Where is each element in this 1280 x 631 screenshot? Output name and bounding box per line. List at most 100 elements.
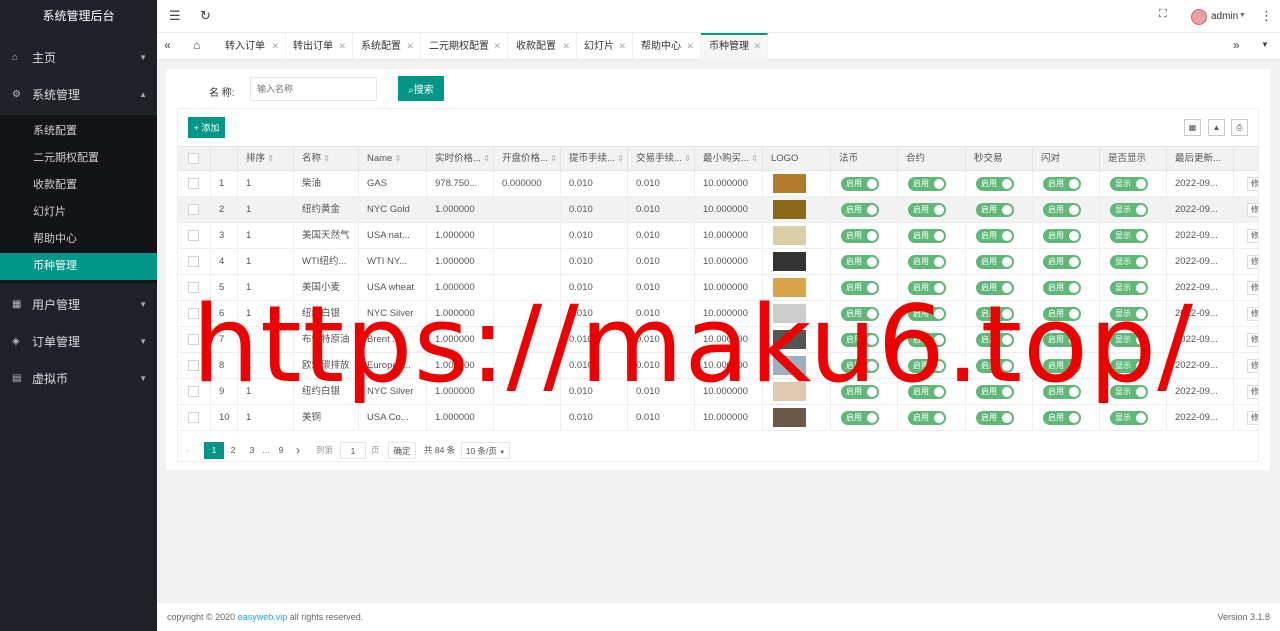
close-icon[interactable]: ✕ bbox=[406, 33, 414, 60]
contract-switch[interactable]: 启用 bbox=[908, 177, 946, 191]
header-col-logo[interactable]: LOGO bbox=[763, 147, 831, 171]
visible-switch[interactable]: 显示 bbox=[1110, 229, 1148, 243]
sort-icon[interactable]: ⇕ bbox=[682, 154, 691, 163]
sort-icon[interactable]: ⇕ bbox=[615, 154, 624, 163]
search-name-input[interactable] bbox=[250, 77, 377, 101]
tab-transfer-out[interactable]: 转出订单 ✕ bbox=[285, 33, 353, 60]
seconds-trade-switch[interactable]: 启用 bbox=[976, 255, 1014, 269]
per-page-select[interactable]: 10 条/页 ▼ bbox=[461, 442, 510, 459]
sort-icon[interactable]: ⇕ bbox=[321, 154, 330, 163]
tab-help-center[interactable]: 帮助中心 ✕ bbox=[633, 33, 701, 60]
page-2-button[interactable]: 2 bbox=[226, 442, 240, 459]
header-col-flash-swap[interactable]: 闪对 bbox=[1033, 147, 1100, 171]
header-col-visible[interactable]: 是否显示 bbox=[1100, 147, 1167, 171]
sidebar-item-system[interactable]: ⚙ 系统管理 ▲ bbox=[0, 81, 157, 107]
header-col-fiat[interactable]: 法币 bbox=[831, 147, 898, 171]
page-9-button[interactable]: 9 bbox=[275, 442, 287, 459]
edit-button[interactable]: 修改 bbox=[1247, 177, 1258, 191]
avatar[interactable] bbox=[1191, 9, 1207, 25]
tab-slides[interactable]: 幻灯片 ✕ bbox=[576, 33, 633, 60]
checkbox[interactable] bbox=[188, 411, 199, 423]
username[interactable]: admin bbox=[1211, 11, 1238, 22]
sidebar-item-help-center[interactable]: 帮助中心 bbox=[0, 226, 157, 253]
visible-switch[interactable]: 显示 bbox=[1110, 255, 1148, 269]
header-col-en-name[interactable]: Name ⇕ bbox=[359, 147, 427, 171]
seconds-trade-switch[interactable]: 启用 bbox=[976, 177, 1014, 191]
header-col-min-buy[interactable]: 最小购买... ⇕ bbox=[695, 147, 763, 171]
goto-confirm-button[interactable]: 确定 bbox=[388, 442, 416, 459]
sidebar-item-currency-management[interactable]: 币种管理 bbox=[0, 253, 157, 280]
page-1-button[interactable]: 1 bbox=[204, 442, 224, 459]
flash-swap-switch[interactable]: 启用 bbox=[1043, 411, 1081, 425]
flash-swap-switch[interactable]: 启用 bbox=[1043, 203, 1081, 217]
checkbox[interactable] bbox=[188, 203, 199, 215]
export-icon[interactable]: ▲ bbox=[1208, 119, 1225, 136]
edit-button[interactable]: 修改 bbox=[1247, 281, 1258, 295]
seconds-trade-switch[interactable]: 启用 bbox=[976, 411, 1014, 425]
header-col-trade-fee[interactable]: 交易手续... ⇕ bbox=[628, 147, 695, 171]
checkbox[interactable] bbox=[188, 229, 199, 241]
edit-button[interactable]: 修改 bbox=[1247, 333, 1258, 347]
sort-icon[interactable]: ⇕ bbox=[265, 154, 274, 163]
edit-button[interactable]: 修改 bbox=[1247, 203, 1258, 217]
close-icon[interactable]: ✕ bbox=[493, 33, 501, 60]
tab-currency-management[interactable]: 币种管理 ✕ bbox=[701, 33, 768, 60]
edit-button[interactable]: 修改 bbox=[1247, 307, 1258, 321]
edit-button[interactable]: 修改 bbox=[1247, 255, 1258, 269]
row-select-cell[interactable] bbox=[178, 223, 211, 248]
row-select-cell[interactable] bbox=[178, 197, 211, 222]
contract-switch[interactable]: 启用 bbox=[908, 203, 946, 217]
header-col-open-price[interactable]: 开盘价格... ⇕ bbox=[494, 147, 561, 171]
column-filter-icon[interactable]: ▦ bbox=[1184, 119, 1201, 136]
sort-icon[interactable]: ⇕ bbox=[548, 154, 557, 163]
header-col-withdraw-fee[interactable]: 提币手续... ⇕ bbox=[561, 147, 628, 171]
sidebar-item-slides[interactable]: 幻灯片 bbox=[0, 199, 157, 226]
sidebar-item-orders[interactable]: ◈ 订单管理 ▼ bbox=[0, 323, 157, 360]
home-tab-icon[interactable]: ⌂ bbox=[193, 38, 200, 52]
tab-transfer-in[interactable]: 转入订单 ✕ bbox=[217, 33, 286, 60]
header-select-all[interactable] bbox=[178, 147, 211, 171]
fullscreen-icon[interactable]: ⛶ bbox=[1159, 8, 1167, 21]
search-button[interactable]: ⌕搜索 bbox=[398, 76, 444, 101]
close-icon[interactable]: ✕ bbox=[338, 33, 346, 60]
checkbox[interactable] bbox=[188, 177, 199, 189]
close-icon[interactable]: ✕ bbox=[618, 33, 626, 60]
flash-swap-switch[interactable]: 启用 bbox=[1043, 177, 1081, 191]
flash-swap-switch[interactable]: 启用 bbox=[1043, 229, 1081, 243]
contract-switch[interactable]: 启用 bbox=[908, 255, 946, 269]
tab-menu-chevron-icon[interactable]: ▼ bbox=[1261, 40, 1269, 49]
sort-icon[interactable]: ⇕ bbox=[481, 154, 490, 163]
edit-button[interactable]: 修改 bbox=[1247, 359, 1258, 373]
close-icon[interactable]: ✕ bbox=[753, 35, 761, 58]
seconds-trade-switch[interactable]: 启用 bbox=[976, 229, 1014, 243]
fiat-switch[interactable]: 启用 bbox=[841, 255, 879, 269]
close-icon[interactable]: ✕ bbox=[562, 33, 570, 60]
checkbox[interactable] bbox=[188, 152, 199, 164]
visible-switch[interactable]: 显示 bbox=[1110, 411, 1148, 425]
sidebar-item-virtual-coin[interactable]: ▤ 虚拟币 ▼ bbox=[0, 360, 157, 397]
sort-icon[interactable]: ⇕ bbox=[749, 154, 758, 163]
contract-switch[interactable]: 启用 bbox=[908, 411, 946, 425]
tab-scroll-right-icon[interactable]: » bbox=[1233, 38, 1240, 52]
refresh-icon[interactable]: ↻ bbox=[200, 8, 211, 24]
sidebar-item-system-config[interactable]: 系统配置 bbox=[0, 118, 157, 145]
fiat-switch[interactable]: 启用 bbox=[841, 177, 879, 191]
checkbox[interactable] bbox=[188, 255, 199, 267]
header-col-sort[interactable]: 排序 ⇕ bbox=[238, 147, 294, 171]
visible-switch[interactable]: 显示 bbox=[1110, 203, 1148, 217]
tab-system-config[interactable]: 系统配置 ✕ bbox=[353, 33, 421, 60]
header-col-updated[interactable]: 最后更新... bbox=[1167, 147, 1234, 171]
menu-toggle-icon[interactable]: ☰ bbox=[169, 8, 181, 24]
row-select-cell[interactable] bbox=[178, 405, 211, 430]
tab-scroll-left-icon[interactable]: « bbox=[164, 38, 171, 52]
fiat-switch[interactable]: 启用 bbox=[841, 203, 879, 217]
sidebar-item-binary-options[interactable]: 二元期权配置 bbox=[0, 145, 157, 172]
header-col-name[interactable]: 名称 ⇕ bbox=[294, 147, 359, 171]
header-col-contract[interactable]: 合约 bbox=[898, 147, 966, 171]
row-select-cell[interactable] bbox=[178, 249, 211, 274]
edit-button[interactable]: 修改 bbox=[1247, 229, 1258, 243]
next-page-icon[interactable]: › bbox=[296, 442, 300, 459]
more-vertical-icon[interactable]: ⋮ bbox=[1260, 8, 1273, 24]
sidebar-item-users[interactable]: ▦ 用户管理 ▼ bbox=[0, 286, 157, 323]
row-select-cell[interactable] bbox=[178, 171, 211, 196]
